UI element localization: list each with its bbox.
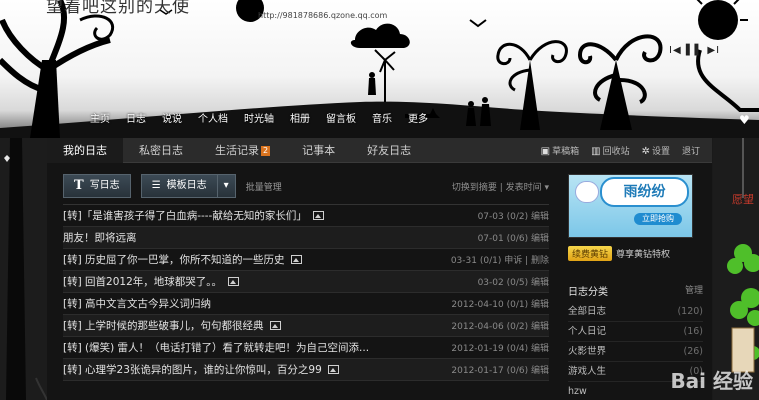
post-title[interactable]: [转] 历史屈了你一巴掌，你所不知道的一些历史 xyxy=(63,252,285,267)
wish-tag: 愿望 xyxy=(732,193,754,206)
edit-link[interactable]: 编辑 xyxy=(531,322,549,332)
blog-list-area: T 写日志 ☰ 模板日志 ▾ 批量管理 切换到摘要 | 发表时间 ▾ [转]「是… xyxy=(63,174,549,381)
list-icon: ☰ xyxy=(151,180,161,191)
ad-title: 雨纷纷 xyxy=(600,177,689,207)
unsubscribe-link[interactable]: 退订 xyxy=(682,144,700,157)
tab-friends-blog[interactable]: 好友日志 xyxy=(351,138,427,163)
post-meta: 2012-01-19 (0/4) 编辑 xyxy=(451,344,549,354)
nav-guestbook[interactable]: 留言板 xyxy=(318,110,364,125)
tab-tools: ▣ 草稿箱 ▥ 回收站 ✲ 设置 退订 xyxy=(541,138,700,163)
blog-tabs: 我的日志 私密日志 生活记录 2 记事本 好友日志 ▣ 草稿箱 ▥ 回收站 ✲ 设置 退… xyxy=(47,137,712,163)
nav-music[interactable]: 音乐 xyxy=(364,110,400,125)
post-meta: 2012-04-10 (0/1) 编辑 xyxy=(451,300,549,310)
vip-privilege-link[interactable]: 尊享黄钻特权 xyxy=(616,247,670,260)
write-t-icon: T xyxy=(74,178,84,193)
cloud-mascot-icon xyxy=(575,181,599,203)
nav-blog[interactable]: 日志 xyxy=(118,110,154,125)
edit-link[interactable]: 编辑 xyxy=(531,344,549,354)
view-options: 切换到摘要 | 发表时间 ▾ xyxy=(451,182,549,193)
image-icon xyxy=(228,277,240,286)
list-item[interactable]: [转] 上学时候的那些破事儿，句句都很经典 2012-04-06 (0/2) 编… xyxy=(63,315,549,337)
blog-panel: 我的日志 私密日志 生活记录 2 记事本 好友日志 ▣ 草稿箱 ▥ 回收站 ✲ 设置 退… xyxy=(47,137,712,400)
list-item[interactable]: [转] 历史屈了你一巴掌，你所不知道的一些历史 03-31 (0/1) 申诉 |… xyxy=(63,249,549,271)
tab-my-blog[interactable]: 我的日志 xyxy=(47,137,123,163)
post-title[interactable]: [转] 回首2012年，地球都哭了。。 xyxy=(63,274,222,289)
post-meta: 07-01 (0/6) 编辑 xyxy=(477,234,549,244)
category-header: 日志分类 管理 xyxy=(568,283,703,298)
category-item[interactable]: 个人日记 (16) xyxy=(568,322,703,342)
category-title: 日志分类 xyxy=(568,287,608,298)
post-meta: 2012-04-06 (0/2) 编辑 xyxy=(451,322,549,332)
heart-icon: ♥ xyxy=(739,113,750,127)
blog-toolbar: T 写日志 ☰ 模板日志 ▾ 批量管理 切换到摘要 | 发表时间 ▾ xyxy=(63,174,549,198)
edit-link[interactable]: 编辑 xyxy=(531,234,549,244)
life-record-badge: 2 xyxy=(261,145,271,156)
gear-icon: ✲ xyxy=(641,146,650,157)
post-title[interactable]: [转] 上学时候的那些破事儿，句句都很经典 xyxy=(63,318,264,333)
space-nav: 主页 日志 说说 个人档 时光轴 相册 留言板 音乐 更多 xyxy=(82,110,436,125)
edit-link[interactable]: 编辑 xyxy=(531,278,549,288)
recycle-link[interactable]: ▥ 回收站 xyxy=(591,144,629,157)
baidu-watermark: Bai 经验 xyxy=(618,356,759,400)
write-blog-button[interactable]: T 写日志 xyxy=(63,174,131,198)
category-manage-link[interactable]: 管理 xyxy=(685,283,703,298)
watermark-text: Bai 经验 xyxy=(670,369,753,393)
image-icon xyxy=(312,211,324,220)
appeal-delete-link[interactable]: 申诉 | 删除 xyxy=(504,256,549,266)
drafts-link[interactable]: ▣ 草稿箱 xyxy=(541,144,579,157)
template-blog-button[interactable]: ☰ 模板日志 ▾ xyxy=(140,174,236,198)
batch-manage-link[interactable]: 批量管理 xyxy=(246,180,282,193)
renew-vip-button[interactable]: 续费黄钻 xyxy=(568,246,613,261)
nav-timeline[interactable]: 时光轴 xyxy=(236,110,282,125)
blog-banner: 望着吧这别的天使 http://981878686.qzone.qq.com I… xyxy=(0,0,759,138)
tab-life-record[interactable]: 生活记录 2 xyxy=(199,138,286,163)
vip-promo: 续费黄钻 尊享黄钻特权 xyxy=(568,246,703,261)
left-decoration xyxy=(0,138,47,400)
image-icon xyxy=(327,365,339,374)
list-item[interactable]: [转] 回首2012年，地球都哭了。。 03-02 (0/5) 编辑 xyxy=(63,271,549,293)
list-item[interactable]: [转] 高中文言文古今异义词归纳 2012-04-10 (0/1) 编辑 xyxy=(63,293,549,315)
post-title[interactable]: [转] 心理学23张诡异的图片，谁的让你惊叫，百分之99 xyxy=(63,362,322,377)
blog-list: [转]「是谁害孩子得了白血病----献给无知的家长们」 07-03 (0/2) … xyxy=(63,204,549,381)
chevron-down-icon[interactable]: ▾ xyxy=(216,175,235,197)
music-controls[interactable]: I◀ ▌▌ ▶I xyxy=(669,45,720,56)
post-title[interactable]: [转]「是谁害孩子得了白血病----献给无知的家长们」 xyxy=(63,208,307,223)
post-meta: 03-02 (0/5) 编辑 xyxy=(477,278,549,288)
list-item[interactable]: [转]「是谁害孩子得了白血病----献给无知的家长们」 07-03 (0/2) … xyxy=(63,205,549,227)
trash-icon: ▥ xyxy=(591,146,601,157)
switch-summary-link[interactable]: 切换到摘要 xyxy=(452,183,497,193)
list-item[interactable]: [转] (爆笑) 雷人！（电话打错了）看了就转走吧！为自己空间添... 2012… xyxy=(63,337,549,359)
nav-album[interactable]: 相册 xyxy=(282,110,318,125)
tab-private-blog[interactable]: 私密日志 xyxy=(123,138,199,163)
category-item[interactable]: 全部日志 (120) xyxy=(568,302,703,322)
post-title[interactable]: [转] 高中文言文古今异义词归纳 xyxy=(63,296,211,311)
nav-profile[interactable]: 个人档 xyxy=(190,110,236,125)
edit-link[interactable]: 编辑 xyxy=(531,366,549,376)
drafts-icon: ▣ xyxy=(540,146,551,157)
post-meta: 2012-01-17 (0/6) 编辑 xyxy=(451,366,549,376)
ad-banner[interactable]: 雨纷纷 立即抢购 xyxy=(568,174,693,238)
post-title[interactable]: 朋友！即将远离 xyxy=(63,230,137,245)
list-item[interactable]: [转] 心理学23张诡异的图片，谁的让你惊叫，百分之99 2012-01-17 … xyxy=(63,359,549,381)
post-title[interactable]: [转] (爆笑) 雷人！（电话打错了）看了就转走吧！为自己空间添... xyxy=(63,340,369,355)
sort-dropdown[interactable]: 发表时间 ▾ xyxy=(506,183,549,193)
post-meta: 03-31 (0/1) 申诉 | 删除 xyxy=(450,256,549,266)
image-icon xyxy=(290,255,302,264)
nav-more[interactable]: 更多 xyxy=(400,110,436,125)
edit-link[interactable]: 编辑 xyxy=(531,300,549,310)
edit-link[interactable]: 编辑 xyxy=(531,212,549,222)
image-icon xyxy=(269,321,281,330)
ad-buy-button[interactable]: 立即抢购 xyxy=(634,213,682,225)
nav-shuoshuo[interactable]: 说说 xyxy=(154,110,190,125)
list-item[interactable]: 朋友！即将远离 07-01 (0/6) 编辑 xyxy=(63,227,549,249)
nav-home[interactable]: 主页 xyxy=(82,110,118,125)
post-meta: 07-03 (0/2) 编辑 xyxy=(477,212,549,222)
tab-notebook[interactable]: 记事本 xyxy=(286,138,351,163)
site-url[interactable]: http://981878686.qzone.qq.com xyxy=(258,11,387,20)
site-title: 望着吧这别的天使 xyxy=(46,0,190,17)
settings-link[interactable]: ✲ 设置 xyxy=(642,144,670,157)
